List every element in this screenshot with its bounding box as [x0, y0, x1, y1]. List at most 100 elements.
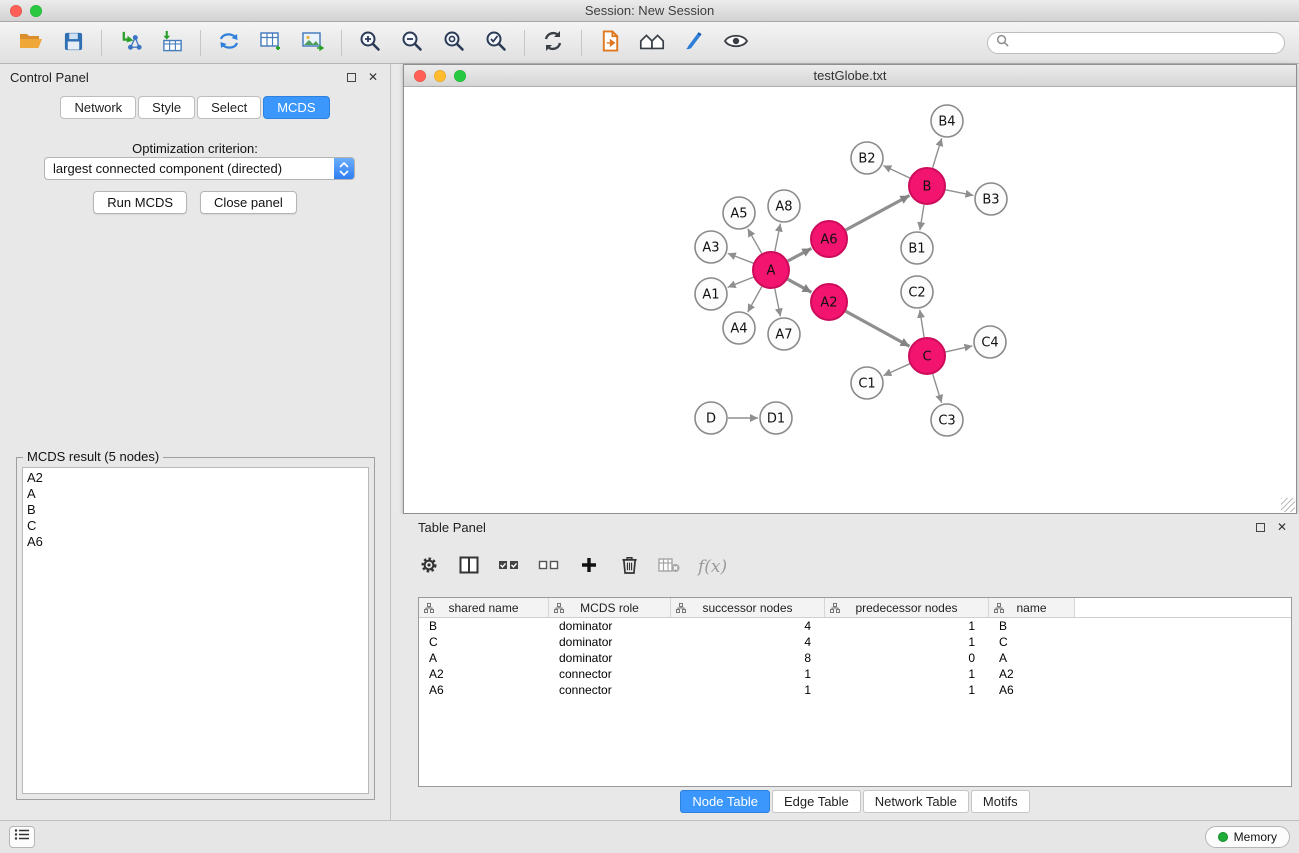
column-header-shared-name[interactable]: shared name	[419, 598, 549, 617]
deselect-all-button[interactable]	[538, 554, 560, 580]
zoom-out-button[interactable]	[391, 26, 433, 60]
zoom-selected-button[interactable]	[475, 26, 517, 60]
network-close-button[interactable]	[414, 70, 426, 82]
import-table-button[interactable]	[151, 26, 193, 60]
close-table-panel-icon[interactable]: ✕	[1275, 520, 1289, 534]
table-row[interactable]: Cdominator41C	[419, 634, 1291, 650]
tab-mcds[interactable]: MCDS	[263, 96, 329, 119]
select-all-button[interactable]	[498, 554, 520, 580]
criterion-dropdown[interactable]: largest connected component (directed)	[44, 157, 355, 180]
result-item-a2[interactable]: A2	[27, 470, 368, 486]
node-B4[interactable]: B4	[931, 105, 963, 137]
float-table-panel-icon[interactable]	[1253, 520, 1267, 534]
close-panel-button[interactable]: Close panel	[200, 191, 297, 214]
node-A5[interactable]: A5	[723, 197, 755, 229]
node-A4[interactable]: A4	[723, 312, 755, 344]
table-row[interactable]: Bdominator41B	[419, 618, 1291, 634]
show-panels-button[interactable]	[631, 26, 673, 60]
edge-A-A8[interactable]	[775, 224, 781, 252]
add-column-button[interactable]	[578, 554, 600, 580]
edge-A2-C[interactable]	[846, 311, 910, 346]
column-header-name[interactable]: name	[989, 598, 1075, 617]
edge-C-C1[interactable]	[883, 364, 909, 376]
node-D1[interactable]: D1	[760, 402, 792, 434]
edge-C-C2[interactable]	[920, 310, 924, 337]
edge-A-A2[interactable]	[788, 279, 812, 292]
mcds-result-list[interactable]: A2ABCA6	[22, 467, 369, 794]
node-A1[interactable]: A1	[695, 278, 727, 310]
column-header-MCDS-role[interactable]: MCDS role	[549, 598, 671, 617]
edge-C-C4[interactable]	[946, 346, 973, 352]
result-item-a6[interactable]: A6	[27, 534, 368, 550]
node-B3[interactable]: B3	[975, 183, 1007, 215]
edge-A-A7[interactable]	[775, 289, 781, 317]
import-network-button[interactable]	[109, 26, 151, 60]
edge-A-A5[interactable]	[748, 229, 762, 254]
node-B1[interactable]: B1	[901, 232, 933, 264]
zoom-fit-button[interactable]	[433, 26, 475, 60]
tab-select[interactable]: Select	[197, 96, 261, 119]
run-mcds-button[interactable]: Run MCDS	[93, 191, 187, 214]
table-settings-button[interactable]	[418, 554, 440, 580]
result-item-b[interactable]: B	[27, 502, 368, 518]
network-graph[interactable]: B4B2BB3B1A5A8A6A3AA1A4A7A2C2C4CC1C3DD1	[404, 87, 1296, 513]
network-window-titlebar[interactable]: testGlobe.txt	[404, 65, 1296, 87]
delete-column-button[interactable]	[618, 554, 640, 580]
edge-B-B4[interactable]	[933, 138, 942, 168]
show-columns-button[interactable]	[458, 554, 480, 580]
node-C[interactable]: C	[909, 338, 945, 374]
toggle-view-button[interactable]	[715, 26, 757, 60]
apply-style-button[interactable]	[673, 26, 715, 60]
column-header-successor-nodes[interactable]: successor nodes	[671, 598, 825, 617]
tab-motifs[interactable]: Motifs	[971, 790, 1030, 813]
edge-C-C3[interactable]	[933, 374, 942, 403]
zoom-window-button[interactable]	[30, 5, 42, 17]
save-session-button[interactable]	[52, 26, 94, 60]
result-item-a[interactable]: A	[27, 486, 368, 502]
task-history-button[interactable]	[9, 826, 35, 848]
node-A[interactable]: A	[753, 252, 789, 288]
edge-A-A1[interactable]	[728, 277, 754, 287]
network-zoom-button[interactable]	[454, 70, 466, 82]
tab-style[interactable]: Style	[138, 96, 195, 119]
delete-table-button[interactable]	[658, 554, 680, 580]
node-B2[interactable]: B2	[851, 142, 883, 174]
edge-A6-B[interactable]	[846, 196, 910, 231]
memory-button[interactable]: Memory	[1205, 826, 1290, 848]
node-A3[interactable]: A3	[695, 231, 727, 263]
column-header-predecessor-nodes[interactable]: predecessor nodes	[825, 598, 989, 617]
node-D[interactable]: D	[695, 402, 727, 434]
apply-layout-button[interactable]	[532, 26, 574, 60]
edge-A-A3[interactable]	[728, 253, 754, 263]
tab-node-table[interactable]: Node Table	[680, 790, 770, 813]
table-row[interactable]: Adominator80A	[419, 650, 1291, 666]
edge-B-B2[interactable]	[883, 166, 910, 178]
node-A2[interactable]: A2	[811, 284, 847, 320]
search-input[interactable]	[1014, 36, 1276, 50]
resize-grip[interactable]	[1281, 498, 1295, 512]
tab-network-table[interactable]: Network Table	[863, 790, 969, 813]
tab-edge-table[interactable]: Edge Table	[772, 790, 861, 813]
result-item-c[interactable]: C	[27, 518, 368, 534]
export-image-button[interactable]	[292, 26, 334, 60]
node-C4[interactable]: C4	[974, 326, 1006, 358]
session-document-button[interactable]	[589, 26, 631, 60]
close-panel-icon[interactable]: ✕	[366, 70, 380, 84]
new-table-button[interactable]	[250, 26, 292, 60]
table-row[interactable]: A2connector11A2	[419, 666, 1291, 682]
edge-A-A6[interactable]	[788, 248, 812, 261]
new-network-button[interactable]	[208, 26, 250, 60]
function-builder-button[interactable]: f(x)	[698, 554, 727, 580]
node-A6[interactable]: A6	[811, 221, 847, 257]
edge-A-A4[interactable]	[748, 287, 762, 313]
float-panel-icon[interactable]	[344, 70, 358, 84]
network-canvas[interactable]: B4B2BB3B1A5A8A6A3AA1A4A7A2C2C4CC1C3DD1	[404, 87, 1296, 513]
open-session-button[interactable]	[10, 26, 52, 60]
table-row[interactable]: A6connector11A6	[419, 682, 1291, 698]
node-C1[interactable]: C1	[851, 367, 883, 399]
edge-B-B1[interactable]	[920, 205, 924, 230]
node-A7[interactable]: A7	[768, 318, 800, 350]
close-window-button[interactable]	[10, 5, 22, 17]
node-C2[interactable]: C2	[901, 276, 933, 308]
tab-network[interactable]: Network	[60, 96, 136, 119]
